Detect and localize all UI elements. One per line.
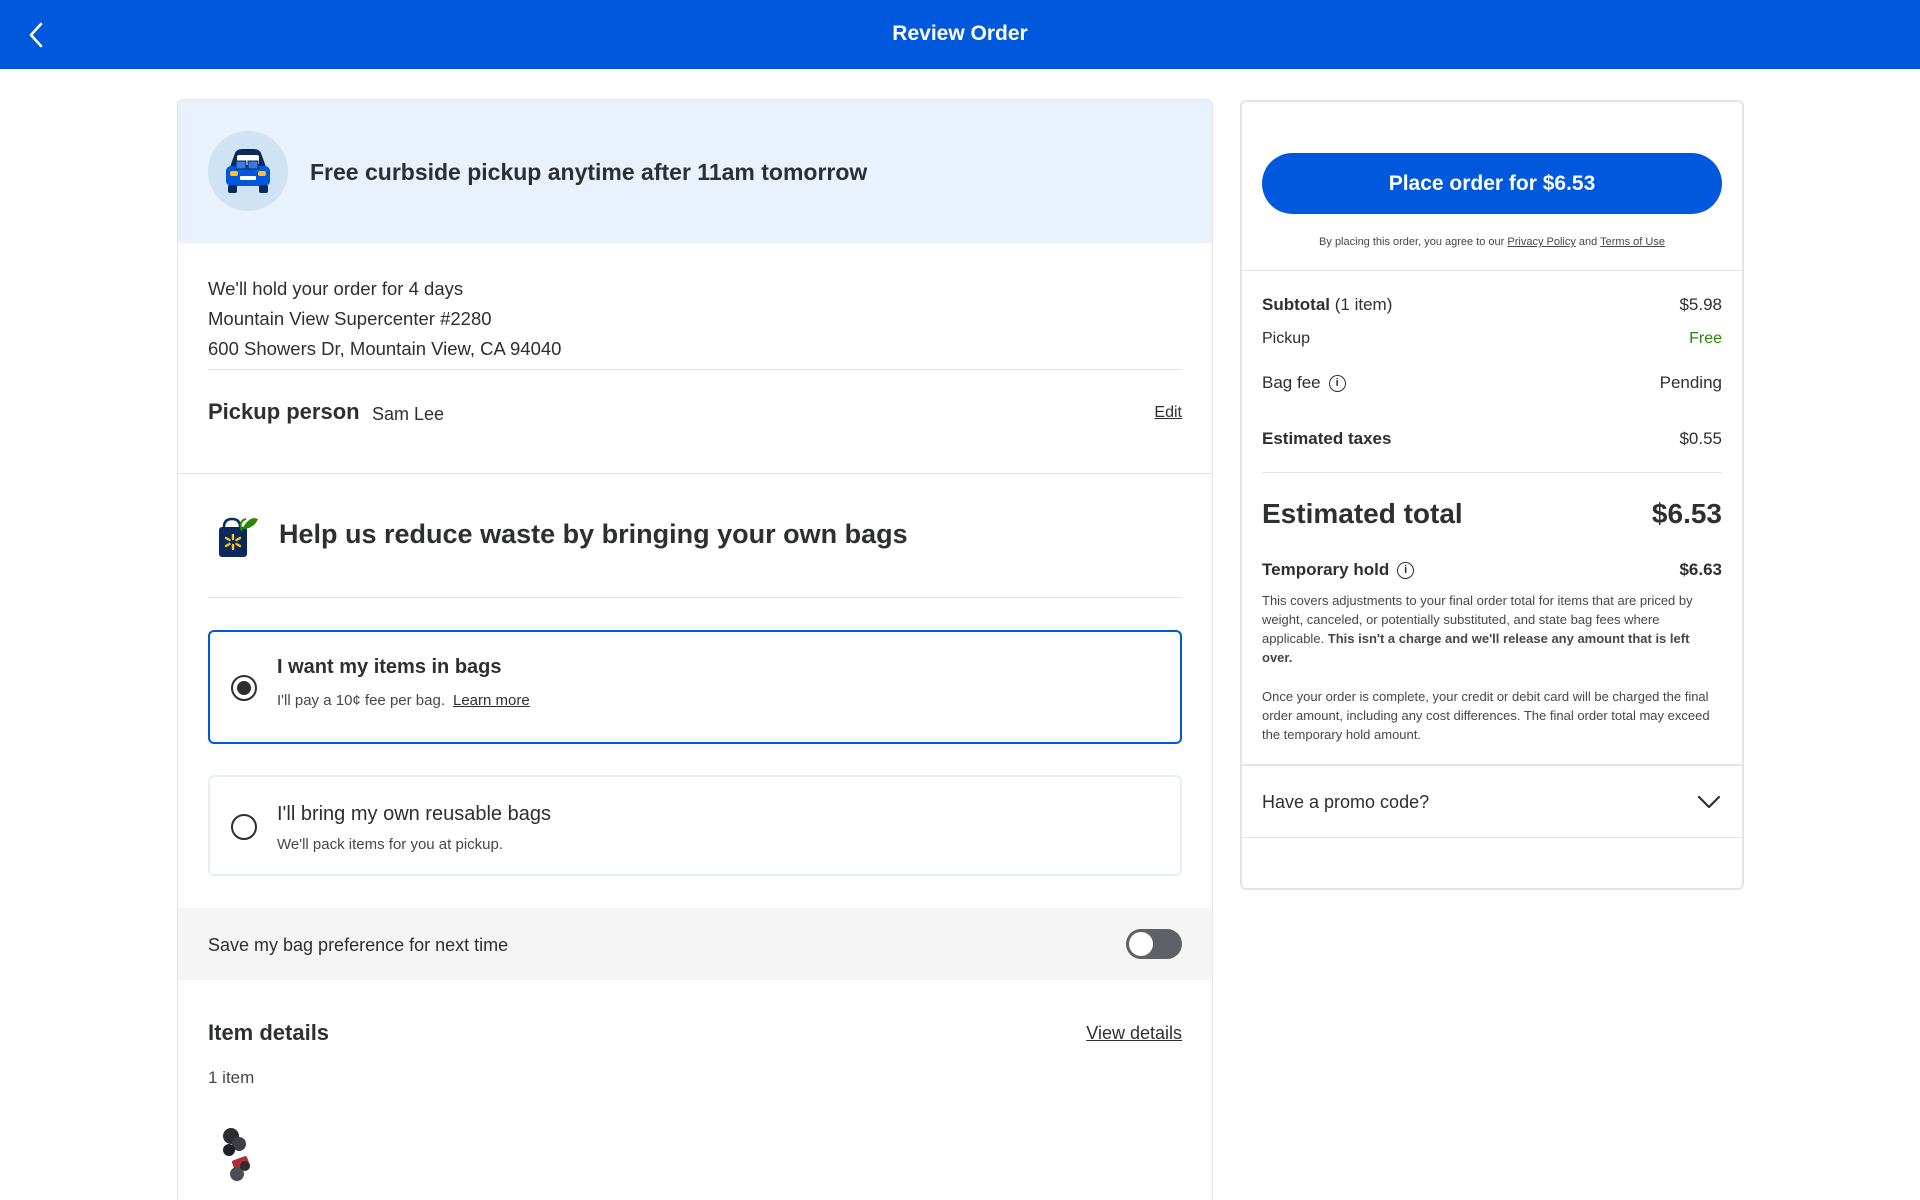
reusable-bag-icon [216,513,260,559]
temporary-hold-note: Once your order is complete, your credit… [1262,689,1710,742]
save-preference-label: Save my bag preference for next time [208,935,509,955]
estimated-total-row: Estimated total $6.53 [1262,498,1722,530]
pickup-person-name: Sam Lee [372,404,445,424]
store-address: 600 Showers Dr, Mountain View, CA 94040 [208,338,562,359]
terms-of-use-link[interactable]: Terms of Use [1600,236,1665,248]
subtotal-label: Subtotal [1262,295,1330,314]
item-details-title: Item details [208,1020,330,1045]
view-details-link[interactable]: View details [1086,1023,1182,1044]
estimated-total-value: $6.53 [1651,498,1722,529]
bag-option-own-bags[interactable]: I'll bring my own reusable bags We'll pa… [208,775,1182,876]
divider [1242,270,1742,271]
bag-fee-label: Bag fee [1262,373,1321,392]
bag-fee-text: I'll pay a 10¢ fee per bag. [277,692,445,709]
pickup-fee-label: Pickup [1262,330,1311,347]
divider [208,597,1182,598]
bag-fee-row: Bag fee i Pending [1262,373,1722,393]
agreement-text: By placing this order, you agree to our … [1242,236,1742,248]
promo-code-label: Have a promo code? [1262,792,1430,812]
divider [178,473,1212,474]
hold-duration-text: We'll hold your order for 4 days [208,278,464,299]
bag-fee-value: Pending [1659,373,1722,392]
promo-code-toggle[interactable]: Have a promo code? [1262,792,1722,813]
edit-pickup-person-link[interactable]: Edit [1154,404,1182,422]
taxes-label: Estimated taxes [1262,429,1392,448]
bag-option-want-bags[interactable]: I want my items in bags I'll pay a 10¢ f… [208,630,1182,744]
bag-option-title: I'll bring my own reusable bags [277,803,551,825]
privacy-policy-link[interactable]: Privacy Policy [1507,236,1575,248]
page-title: Review Order [892,22,1028,45]
taxes-value: $0.55 [1679,429,1722,448]
agreement-and: and [1578,236,1598,248]
divider [1242,764,1742,766]
pickup-fee-row: Pickup Free [1262,330,1722,348]
info-icon[interactable]: i [1397,562,1415,580]
temporary-hold-description: This covers adjustments to your final or… [1262,591,1722,667]
bag-option-title: I want my items in bags [277,656,502,678]
place-order-button[interactable]: Place order for $6.53 [1262,153,1722,214]
bag-option-subtitle: I'll pay a 10¢ fee per bag. Learn more [277,692,530,709]
info-icon[interactable]: i [1328,375,1346,393]
save-preference-toggle[interactable] [1126,929,1182,959]
store-info: We'll hold your order for 4 days Mountai… [208,274,561,364]
radio-unselected[interactable] [231,814,257,840]
divider [1242,837,1742,838]
agreement-prefix: By placing this order, you agree to our [1319,236,1505,248]
subtotal-value: $5.98 [1679,295,1722,314]
store-name: Mountain View Supercenter #2280 [208,308,492,329]
pickup-fee-value: Free [1689,330,1722,347]
subtotal-row: Subtotal (1 item) $5.98 [1262,295,1722,315]
temporary-hold-label: Temporary hold [1262,560,1390,579]
temporary-hold-value: $6.63 [1679,560,1722,579]
hold-desc-bold: This isn't a charge and we'll release an… [1262,631,1690,665]
save-preference-row: Save my bag preference for next time [178,908,1212,980]
pickup-banner-text: Free curbside pickup anytime after 11am … [310,159,868,185]
car-icon [208,131,288,211]
order-details-card: Free curbside pickup anytime after 11am … [177,99,1213,1200]
subtotal-count: (1 item) [1334,295,1393,314]
divider [1262,472,1722,473]
item-count: 1 item [208,1068,255,1087]
bag-section-heading: Help us reduce waste by bringing your ow… [279,519,908,549]
radio-selected[interactable] [231,675,257,701]
bag-option-subtitle: We'll pack items for you at pickup. [277,836,504,853]
top-bar: Review Order [0,0,1920,69]
order-summary-card: Place order for $6.53 By placing this or… [1240,100,1744,890]
learn-more-link[interactable]: Learn more [453,692,530,709]
chevron-down-icon [1697,795,1721,809]
estimated-total-label: Estimated total [1262,498,1463,529]
divider [208,369,1182,370]
taxes-row: Estimated taxes $0.55 [1262,429,1722,449]
pickup-banner: Free curbside pickup anytime after 11am … [178,100,1212,243]
temporary-hold-row: Temporary hold i $6.63 [1262,560,1722,580]
pickup-person-label: Pickup person [208,399,360,424]
item-thumbnail[interactable] [215,1122,259,1186]
